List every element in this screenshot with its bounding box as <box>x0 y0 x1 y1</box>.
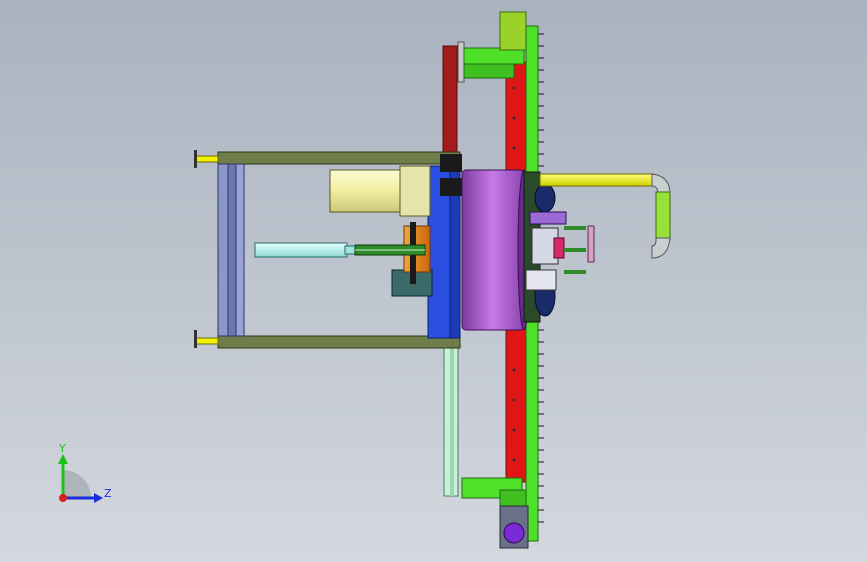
y-axis-arrow-icon <box>58 454 68 464</box>
rotary-drum <box>461 169 531 331</box>
z-axis-arrow-icon <box>94 493 103 503</box>
pneumatic-cylinder <box>254 242 426 258</box>
drive-motor <box>329 165 433 297</box>
cad-viewport[interactable]: Y Z <box>0 0 867 562</box>
origin-icon <box>59 494 67 502</box>
y-axis-label: Y <box>58 442 66 455</box>
z-axis-label: Z <box>104 487 112 500</box>
axis-triad: Y Z <box>58 442 112 503</box>
cad-assembly-view[interactable]: Y Z <box>0 0 867 562</box>
tooling-cluster <box>523 171 595 323</box>
